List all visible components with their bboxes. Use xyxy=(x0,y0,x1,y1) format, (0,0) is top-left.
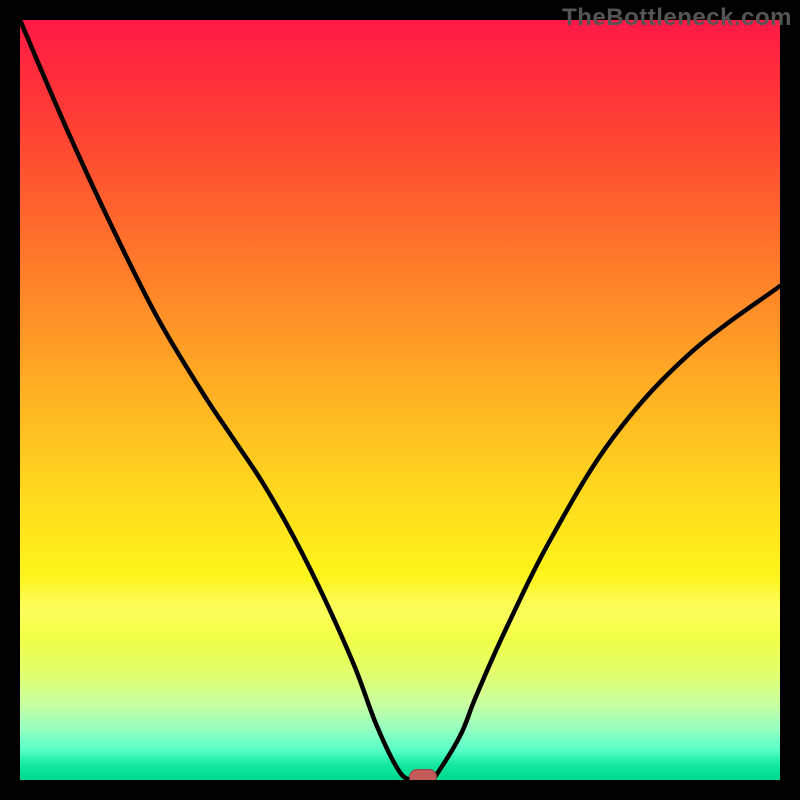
bottleneck-curve-path xyxy=(20,20,780,780)
optimal-marker xyxy=(409,769,437,780)
chart-stage: TheBottleneck.com xyxy=(0,0,800,800)
plot-area xyxy=(20,20,780,780)
curve-svg xyxy=(20,20,780,780)
watermark-text: TheBottleneck.com xyxy=(562,4,792,32)
